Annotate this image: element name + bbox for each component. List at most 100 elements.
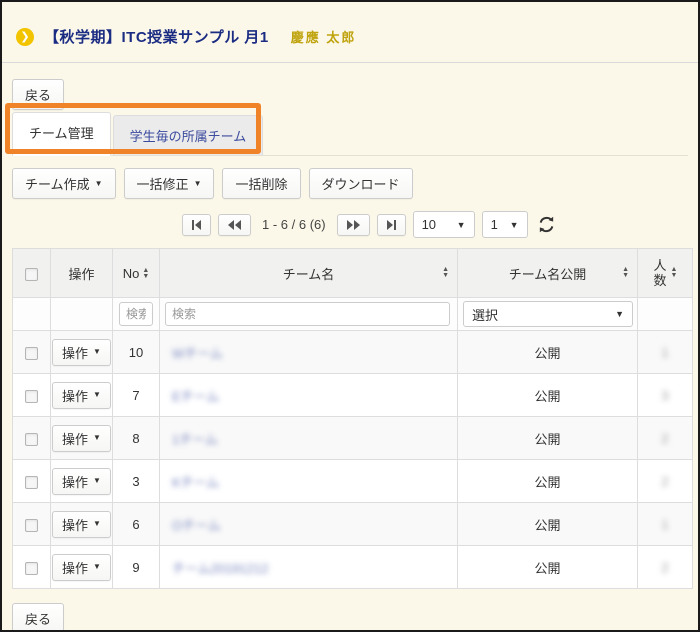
caret-down-icon: ▼ — [93, 348, 101, 356]
row-visibility: 公開 — [458, 374, 638, 417]
table-row: 操作▼ 3 Kチーム 公開 2 — [13, 460, 693, 503]
row-no: 9 — [113, 546, 160, 589]
column-visibility-label: チーム名公開 — [509, 267, 587, 282]
row-checkbox[interactable] — [25, 390, 38, 403]
chevron-circle-icon: ❯ — [16, 28, 34, 46]
row-visibility: 公開 — [458, 460, 638, 503]
page-number-select[interactable]: 1 ▼ — [482, 211, 528, 238]
toolbar: チーム作成 ▼ 一括修正 ▼ 一括削除 ダウンロード — [12, 168, 688, 199]
sort-icon: ▲▼ — [671, 267, 678, 279]
caret-down-icon: ▼ — [93, 563, 101, 571]
filter-no-input[interactable] — [119, 302, 153, 326]
row-action-button[interactable]: 操作▼ — [52, 339, 111, 366]
team-name-link[interactable]: チーム20191212 — [172, 561, 268, 576]
download-button[interactable]: ダウンロード — [309, 168, 413, 199]
sort-icon: ▲▼ — [442, 267, 449, 279]
row-no: 7 — [113, 374, 160, 417]
first-page-button[interactable] — [182, 214, 211, 236]
next-page-button[interactable] — [337, 214, 370, 236]
column-header-team-name[interactable]: チーム名 ▲▼ — [160, 249, 458, 298]
team-name-link[interactable]: Kチーム — [172, 475, 219, 490]
visibility-select-value: 選択 — [472, 305, 498, 324]
back-button-bottom[interactable]: 戻る — [12, 603, 64, 632]
bulk-delete-button[interactable]: 一括削除 — [222, 168, 300, 199]
bulk-edit-label: 一括修正 — [137, 174, 189, 193]
row-member-count: 3 — [661, 388, 668, 403]
column-no-label: No — [123, 266, 140, 281]
caret-down-icon: ▼ — [615, 309, 624, 319]
select-all-checkbox[interactable] — [25, 268, 38, 281]
row-member-count: 2 — [661, 474, 668, 489]
row-visibility: 公開 — [458, 331, 638, 374]
sort-icon: ▲▼ — [142, 268, 149, 280]
page-size-value: 10 — [422, 217, 436, 232]
row-action-button[interactable]: 操作▼ — [52, 468, 111, 495]
refresh-icon — [537, 215, 556, 234]
caret-down-icon: ▼ — [457, 220, 466, 230]
column-header-no[interactable]: No▲▼ — [113, 249, 160, 298]
filter-team-name-input[interactable] — [165, 302, 450, 326]
app-window: ❯ 【秋学期】ITC授業サンプル 月1 慶應 太郎 戻る チーム管理 学生毎の所… — [0, 0, 700, 632]
row-visibility: 公開 — [458, 546, 638, 589]
bulk-edit-button[interactable]: 一括修正 ▼ — [124, 168, 215, 199]
create-team-label: チーム作成 — [25, 174, 90, 193]
create-team-button[interactable]: チーム作成 ▼ — [12, 168, 116, 199]
team-name-link[interactable]: Oチーム — [172, 518, 221, 533]
column-header-count[interactable]: 人数▲▼ — [638, 249, 693, 298]
row-no: 6 — [113, 503, 160, 546]
column-name-label: チーム名 — [283, 267, 335, 282]
caret-down-icon: ▼ — [194, 180, 202, 188]
table-header-row: 操作 No▲▼ チーム名 ▲▼ チーム名公開 ▲▼ 人数▲▼ — [13, 249, 693, 298]
page-header: ❯ 【秋学期】ITC授業サンプル 月1 慶應 太郎 — [2, 2, 698, 63]
table-row: 操作▼ 8 1チーム 公開 2 — [13, 417, 693, 460]
prev-page-icon — [228, 220, 241, 230]
page-number-value: 1 — [491, 217, 498, 232]
next-page-icon — [347, 220, 360, 230]
back-button-top[interactable]: 戻る — [12, 79, 64, 110]
team-name-link[interactable]: Eチーム — [172, 389, 219, 404]
row-no: 10 — [113, 331, 160, 374]
row-no: 8 — [113, 417, 160, 460]
row-member-count: 2 — [661, 431, 668, 446]
teams-table: 操作 No▲▼ チーム名 ▲▼ チーム名公開 ▲▼ 人数▲▼ — [12, 248, 693, 589]
refresh-button[interactable] — [537, 215, 556, 234]
pagination: 1 - 6 / 6 (6) 10 ▼ 1 ▼ — [182, 211, 688, 238]
prev-page-button[interactable] — [218, 214, 251, 236]
team-name-link[interactable]: 1チーム — [172, 432, 218, 447]
row-member-count: 1 — [661, 345, 668, 360]
caret-down-icon: ▼ — [93, 520, 101, 528]
row-action-button[interactable]: 操作▼ — [52, 382, 111, 409]
row-checkbox[interactable] — [25, 347, 38, 360]
last-page-button[interactable] — [377, 214, 406, 236]
page-title: 【秋学期】ITC授業サンプル 月1 — [44, 26, 269, 47]
table-row: 操作▼ 9 チーム20191212 公開 2 — [13, 546, 693, 589]
row-visibility: 公開 — [458, 503, 638, 546]
column-header-visibility[interactable]: チーム名公開 ▲▼ — [458, 249, 638, 298]
last-page-icon — [387, 220, 396, 230]
row-action-button[interactable]: 操作▼ — [52, 425, 111, 452]
caret-down-icon: ▼ — [95, 180, 103, 188]
caret-down-icon: ▼ — [93, 477, 101, 485]
filter-visibility-select[interactable]: 選択 ▼ — [463, 301, 633, 327]
column-header-action: 操作 — [51, 249, 113, 298]
row-checkbox[interactable] — [25, 519, 38, 532]
table-row: 操作▼ 6 Oチーム 公開 1 — [13, 503, 693, 546]
page-size-select[interactable]: 10 ▼ — [413, 211, 475, 238]
sort-icon: ▲▼ — [622, 267, 629, 279]
filter-row: 選択 ▼ — [13, 298, 693, 331]
row-checkbox[interactable] — [25, 562, 38, 575]
column-count-label: 人数 — [653, 258, 668, 288]
row-checkbox[interactable] — [25, 433, 38, 446]
row-action-button[interactable]: 操作▼ — [52, 554, 111, 581]
row-member-count: 1 — [661, 517, 668, 532]
row-checkbox[interactable] — [25, 476, 38, 489]
row-no: 3 — [113, 460, 160, 503]
tab-student-teams[interactable]: 学生毎の所属チーム — [113, 115, 264, 155]
row-visibility: 公開 — [458, 417, 638, 460]
tab-team-management[interactable]: チーム管理 — [12, 112, 111, 156]
row-action-button[interactable]: 操作▼ — [52, 511, 111, 538]
user-name: 慶應 太郎 — [291, 27, 357, 46]
team-name-link[interactable]: Wチーム — [172, 346, 223, 361]
first-page-icon — [192, 220, 201, 230]
table-row: 操作▼ 7 Eチーム 公開 3 — [13, 374, 693, 417]
